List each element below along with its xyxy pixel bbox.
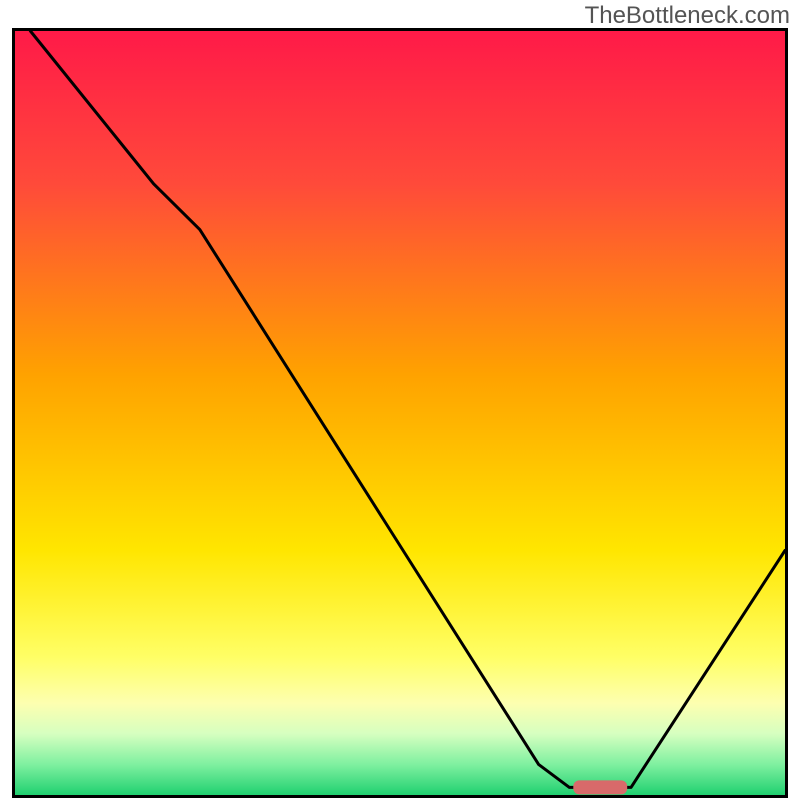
gradient-fill <box>15 31 785 795</box>
watermark-text: TheBottleneck.com <box>585 2 790 30</box>
optimal-marker <box>573 780 627 794</box>
chart-container: TheBottleneck.com <box>0 0 800 800</box>
bottleneck-chart <box>12 28 788 798</box>
